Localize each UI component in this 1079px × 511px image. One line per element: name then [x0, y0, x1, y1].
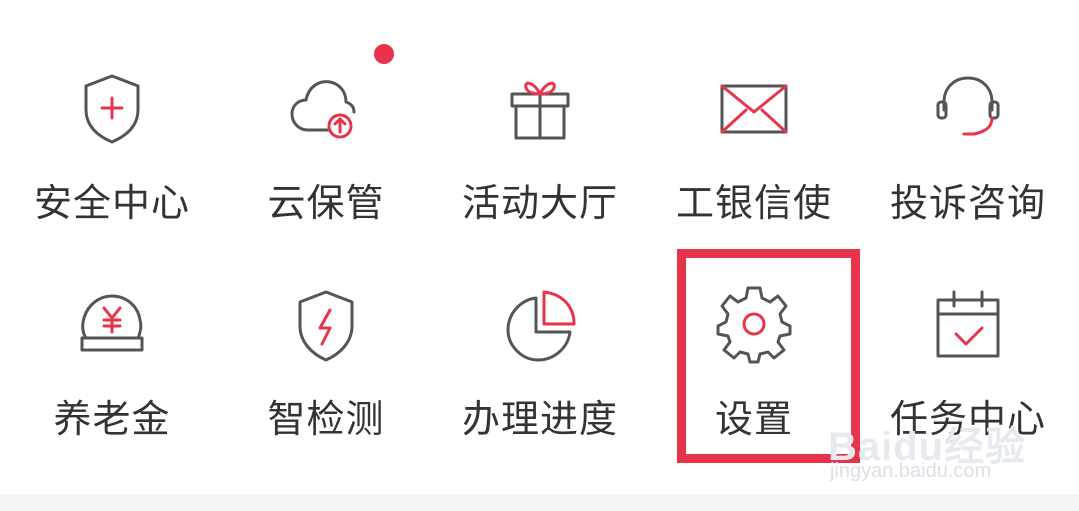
menu-item-label: 任务中心 — [889, 397, 1046, 441]
shield-plus-icon — [70, 66, 154, 150]
calendar-check-icon — [926, 284, 1010, 368]
service-grid: 安全中心 云保管 活动大厅 工银信使 投诉咨询 养老金 智检测 办理进度 设置 … — [0, 0, 1079, 490]
menu-item-complaint-inquiry[interactable]: 投诉咨询 — [868, 0, 1068, 225]
menu-item-label: 活动大厅 — [461, 181, 618, 225]
notification-dot — [374, 44, 394, 64]
headset-icon — [926, 66, 1010, 150]
menu-item-label: 投诉咨询 — [889, 181, 1046, 225]
menu-item-label: 工银信使 — [675, 181, 832, 225]
envelope-icon — [712, 66, 796, 150]
gift-icon — [498, 66, 582, 150]
menu-item-label: 办理进度 — [461, 397, 618, 441]
cloud-upload-icon — [284, 66, 368, 150]
yuan-coin-icon — [70, 284, 154, 368]
menu-item-activity-hall[interactable]: 活动大厅 — [440, 0, 640, 225]
menu-item-label: 智检测 — [267, 397, 385, 441]
menu-item-label: 云保管 — [267, 181, 385, 225]
menu-item-cloud-storage[interactable]: 云保管 — [226, 0, 426, 225]
menu-item-smart-detect[interactable]: 智检测 — [226, 284, 426, 494]
highlight-box — [677, 249, 860, 463]
shield-bolt-icon — [284, 284, 368, 368]
menu-item-icbc-messenger[interactable]: 工银信使 — [654, 0, 854, 225]
menu-item-task-center[interactable]: 任务中心 — [868, 284, 1068, 494]
pie-progress-icon — [498, 284, 582, 368]
menu-item-pension[interactable]: 养老金 — [12, 284, 212, 494]
menu-item-progress[interactable]: 办理进度 — [440, 284, 640, 494]
menu-item-security-center[interactable]: 安全中心 — [12, 0, 212, 225]
service-panel: 安全中心 云保管 活动大厅 工银信使 投诉咨询 养老金 智检测 办理进度 设置 … — [0, 0, 1079, 511]
bottom-strip — [0, 494, 1079, 511]
menu-item-label: 养老金 — [53, 397, 171, 441]
menu-item-label: 安全中心 — [33, 181, 190, 225]
